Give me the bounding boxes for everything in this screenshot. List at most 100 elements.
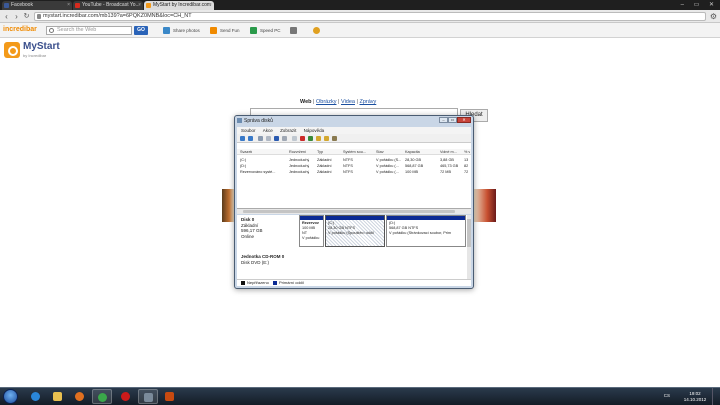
close-icon[interactable]: × [209,1,212,10]
tab-images[interactable]: Obrázky [316,99,336,105]
disk-management-window: Správa disků – ▭ ✕ Soubor Akce Zobrazit … [234,115,474,289]
badge-icon [313,27,320,34]
tab-label: Facebook [11,2,33,8]
language-indicator[interactable]: CS [664,393,670,398]
speedometer-icon [250,27,257,34]
table-header: Svazek Rozvržení Typ Systém sou... Stav … [237,149,471,155]
start-button[interactable] [3,389,18,404]
taskbar-ie[interactable] [26,389,46,404]
page-icon [37,14,41,19]
recorder-icon [165,392,174,401]
disk-management-icon [237,118,242,123]
taskbar-opera[interactable] [116,389,136,404]
opera-icon [121,392,130,401]
maximize-button[interactable]: ▭ [448,117,457,123]
taskbar: CS 19:02 14.10.2012 [0,387,720,405]
open-icon[interactable] [324,136,329,141]
close-button[interactable]: ✕ [457,117,471,123]
back-icon[interactable] [240,136,245,141]
cdrom-name: Jednotka CD-ROM 0 [241,254,285,259]
volume-table: Svazek Rozvržení Typ Systém sou... Stav … [237,143,471,209]
toolbar-search-input[interactable]: Search the Web [46,26,132,35]
unallocated-swatch [241,281,245,285]
back-icon[interactable]: ‹ [2,12,11,21]
taskbar-explorer[interactable] [48,389,68,404]
search-placeholder: Search the Web [57,27,97,33]
taskbar-media[interactable] [70,389,90,404]
tab-videos[interactable]: Videa [341,99,355,105]
tab-news[interactable]: Zprávy [359,99,376,105]
list-icon[interactable] [266,136,271,141]
mystart-logo[interactable]: MyStart by Incredibar [4,41,64,61]
disk-management-icon [144,393,153,402]
forward-icon[interactable] [248,136,253,141]
send-fun-button[interactable]: Send Fun [210,27,240,34]
speed-pc-button[interactable]: Speed PC [250,27,281,34]
settings-icon[interactable] [332,136,337,141]
toolbar [237,134,471,143]
tab-label: MyStart by Incredibar.com [153,2,212,8]
taskbar-chrome[interactable] [92,389,112,404]
folder-icon[interactable] [316,136,321,141]
wrench-icon[interactable]: ⚙ [710,12,717,21]
scrollbar-thumb[interactable] [467,219,471,247]
youtube-icon [75,3,80,8]
forward-icon[interactable]: › [12,12,21,21]
legend: Nepřiřazeno Primární oddíl [237,279,471,286]
disk0-info[interactable]: Disk 0 Základní 596,17 GB Online [241,217,263,239]
background-banner-left [222,189,234,222]
partition-reserved[interactable]: Rezervov 100 MB NT V pořádku [299,215,324,247]
help-icon[interactable] [274,136,279,141]
date: 14.10.2012 [683,396,707,402]
share-photos-button[interactable]: Share photos [163,27,200,34]
close-icon[interactable]: × [138,1,141,10]
tab-web[interactable]: Web [300,99,312,105]
menu-file[interactable]: Soubor [241,128,256,133]
window-controls: – ▭ ✕ [439,117,471,124]
media-player-icon [75,392,84,401]
search-type-tabs: Web | Obrázky | Videa | Zprávy [300,99,377,105]
address-bar[interactable]: mystart.incredibar.com/mb139?a=6PQKZ0MNB… [34,12,706,21]
delete-icon[interactable] [300,136,305,141]
clock[interactable]: 19:02 14.10.2012 [682,391,708,402]
scrollbar-thumb[interactable] [243,210,455,213]
show-desktop-button[interactable] [712,388,716,405]
taskbar-disk-management[interactable] [138,389,158,404]
tab-facebook[interactable]: Facebook × [2,1,72,10]
navigation-bar: ‹ › ↻ mystart.incredibar.com/mb139?a=6PQ… [0,10,720,23]
mystart-logo-icon [4,42,20,58]
browser-tab-strip: Facebook × YouTube - Broadcast Yo... × M… [0,0,720,10]
partition-c[interactable]: (C:) 28,30 GB NTFS V pořádku (Spouštěcí … [325,215,385,247]
close-icon[interactable]: × [67,1,70,10]
vertical-scrollbar[interactable] [467,215,471,279]
horizontal-scrollbar[interactable] [237,209,471,214]
ie-icon [31,392,40,401]
minimize-button[interactable]: – [439,117,448,123]
menu-view[interactable]: Zobrazit [280,128,296,133]
gamepad-icon [290,27,297,34]
properties-icon[interactable] [292,136,297,141]
smiley-icon [210,27,217,34]
menu-help[interactable]: Nápověda [304,128,325,133]
window-title: Správa disků [237,118,273,124]
menu-action[interactable]: Akce [263,128,273,133]
tab-label: YouTube - Broadcast Yo... [82,2,140,8]
reload-icon[interactable]: ↻ [22,12,31,21]
table-row[interactable]: Rezervováno systé... Jednoduchý Základní… [237,169,471,175]
background-banner-right [474,189,496,222]
partition-d[interactable]: (D:) 568,87 GB NTFS V pořádku (Stránkova… [386,215,466,247]
tab-mystart[interactable]: MyStart by Incredibar.com × [144,1,214,10]
primary-partition-swatch [273,281,277,285]
url-text: mystart.incredibar.com/mb139?a=6PQKZ0MNB… [43,13,192,19]
view-icon[interactable] [282,136,287,141]
chrome-icon [98,393,107,402]
tab-youtube[interactable]: YouTube - Broadcast Yo... × [73,1,143,10]
taskbar-recorder[interactable] [160,389,180,404]
go-button[interactable]: GO [134,26,148,35]
window-controls[interactable]: – ▭ ✕ [681,1,718,8]
menu-bar: Soubor Akce Zobrazit Nápověda [237,127,471,134]
incredibar-logo[interactable]: incredibar [3,26,37,33]
check-icon[interactable] [308,136,313,141]
cdrom-info[interactable]: Jednotka CD-ROM 0 Disk DVD (E:) [241,254,284,265]
console-icon[interactable] [258,136,263,141]
